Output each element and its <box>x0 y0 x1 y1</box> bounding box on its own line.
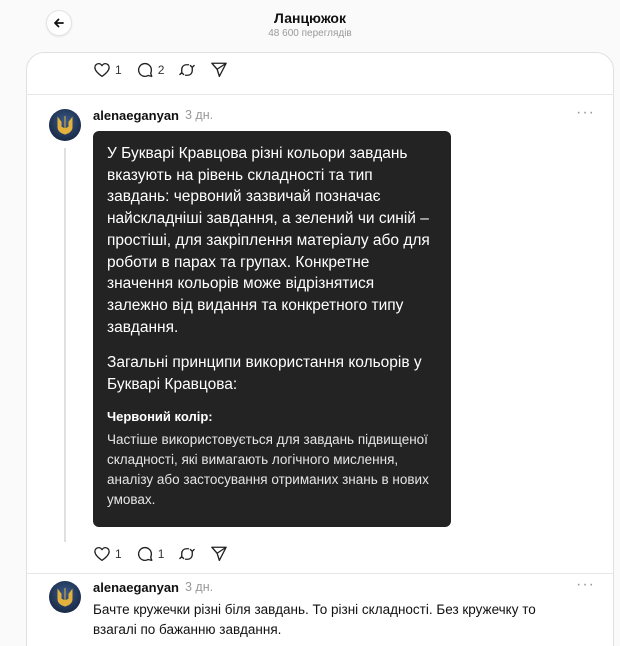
reply-bubble: У Букварі Кравцова різні кольори завдань… <box>93 131 451 527</box>
more-dots-icon[interactable]: ··· <box>576 104 595 122</box>
heart-icon <box>94 546 110 562</box>
post-username[interactable]: alenaeganyan <box>93 108 179 123</box>
like-button[interactable]: 1 <box>93 61 122 79</box>
avatar[interactable] <box>49 581 81 613</box>
share-button[interactable] <box>210 61 228 79</box>
comment-bubble-icon <box>137 62 153 78</box>
post-action-bar: 1 1 <box>93 544 242 564</box>
post-username[interactable]: alenaeganyan <box>93 580 179 595</box>
comment-count: 2 <box>157 63 165 77</box>
top-action-bar: 1 2 <box>93 60 242 80</box>
divider <box>26 573 614 574</box>
repost-icon <box>179 64 196 76</box>
like-count: 1 <box>115 63 122 77</box>
send-icon <box>211 62 228 78</box>
repost-button[interactable] <box>178 545 196 563</box>
page-title: Ланцюжок <box>274 10 346 26</box>
bubble-paragraph: У Букварі Кравцова різні кольори завдань… <box>107 145 430 336</box>
bubble-detail: Частіше використовується для завдань під… <box>107 431 429 507</box>
bubble-heading: Загальні принципи використання кольорів … <box>107 354 422 394</box>
trident-icon <box>57 588 73 607</box>
more-dots-icon[interactable]: ··· <box>576 576 595 594</box>
repost-icon <box>179 548 196 560</box>
views-count: 48 600 переглядів <box>268 28 352 39</box>
send-icon <box>211 546 228 562</box>
top-bar: Ланцюжок 48 600 переглядів <box>0 0 620 50</box>
post-text: Бачте кружечки різні біля завдань. То рі… <box>93 602 536 637</box>
bubble-subheading: Червоний колір: <box>107 408 213 424</box>
share-button[interactable] <box>210 545 228 563</box>
post-time: 3 дн. <box>185 108 214 122</box>
trident-icon <box>57 116 73 135</box>
divider <box>26 94 614 95</box>
comment-count: 1 <box>157 547 165 561</box>
comment-button[interactable]: 2 <box>136 61 165 79</box>
post-time: 3 дн. <box>185 580 214 594</box>
comment-button[interactable]: 1 <box>136 545 165 563</box>
avatar[interactable] <box>49 109 81 141</box>
heart-icon <box>94 62 110 78</box>
comment-bubble-icon <box>137 546 153 562</box>
thread-line <box>64 148 66 542</box>
like-count: 1 <box>115 547 122 561</box>
repost-button[interactable] <box>178 61 196 79</box>
like-button[interactable]: 1 <box>93 545 122 563</box>
